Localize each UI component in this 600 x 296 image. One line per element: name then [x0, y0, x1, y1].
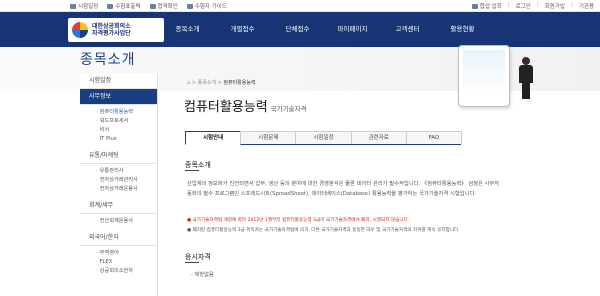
tab-exam-schedule[interactable]: 시험일정: [295, 131, 352, 144]
calendar-icon: [70, 4, 76, 9]
tab-resources[interactable]: 관련자료: [350, 131, 407, 144]
divider: |: [536, 2, 539, 8]
topbar-link-admission-ticket[interactable]: 수험표출력: [107, 2, 141, 10]
nav-item-usage-status[interactable]: 활용현황: [435, 12, 490, 47]
nav-item-group-apply[interactable]: 단체접수: [270, 12, 325, 47]
sidebar: 시험일정 사무정보 컴퓨터활용능력 워드프로세서 비서 IT Plus 유통/마…: [80, 73, 158, 296]
topbar-link-schedule[interactable]: 시험일정: [70, 2, 98, 10]
notice-red: ● 국가기술자격법 개정에 따라 2012년 1월부터 컴퓨터활용능력 3급이 …: [187, 218, 410, 223]
nav-item-subjects[interactable]: 종목소개: [160, 12, 215, 47]
logo-mark-icon: [72, 22, 88, 38]
tab-exam-guide[interactable]: 시험안내: [185, 131, 242, 145]
top-utility-bar: 시험일정 수험표출력 합격확인 수험자 가이드 합업 입회 | 로그인 | 회원…: [0, 0, 600, 12]
tab-faq[interactable]: FAQ: [405, 131, 463, 144]
intro-paragraph: 산업계의 정보화가 진전되면서 업무, 생산 등의 분야에 대한 경영분석은 물…: [187, 181, 500, 197]
logo-line2: 자격평가사업단: [92, 30, 131, 37]
sidebar-sub-secretary[interactable]: 비서: [80, 126, 157, 135]
ticket-icon: [107, 4, 114, 9]
qualification-heading: 응시자격: [185, 253, 211, 263]
sidebar-sub-computer-literacy[interactable]: 컴퓨터활용능력: [80, 108, 157, 117]
logo-line1: 대한상공회의소: [92, 23, 131, 30]
guide-icon: [186, 4, 193, 9]
divider: |: [570, 2, 573, 8]
sidebar-sub-computerized-accounting[interactable]: 전산회계운용사: [80, 217, 157, 226]
main-navigation: 대한상공회의소 자격평가사업단 종목소개 개별접수 단체접수 마이페이지 고객센…: [0, 12, 600, 47]
sidebar-item-distribution-marketing[interactable]: 유통/마케팅: [80, 148, 157, 164]
intro-heading: 종목소개: [185, 161, 211, 171]
check-icon: [149, 4, 156, 9]
sidebar-sub-hanja[interactable]: 상공회의소한자: [80, 267, 157, 276]
sidebar-sub-trade-english[interactable]: 무역영어: [80, 249, 157, 258]
main-content: ⌂ > 종목소개 > 컴퓨터활용능력 컴퓨터활용능력 국가기술자격 시험안내 시험…: [175, 73, 600, 296]
sidebar-item-accounting-tax[interactable]: 회계/세무: [80, 198, 157, 214]
signup-link[interactable]: 회원가입: [545, 2, 565, 10]
sidebar-sub-ecommerce-manager[interactable]: 전자상거래관리사: [80, 176, 157, 185]
person-icon: [471, 4, 478, 9]
divider: |: [507, 2, 510, 8]
institution-link[interactable]: 기관용: [579, 2, 594, 10]
topbar-link-join[interactable]: 합업 입회: [471, 2, 502, 10]
sidebar-sub-flex[interactable]: FLEX: [80, 258, 157, 267]
page-subtitle: 국가기술자격: [270, 105, 307, 113]
hero-title: 종목소개: [80, 52, 136, 68]
site-logo[interactable]: 대한상공회의소 자격평가사업단: [68, 18, 164, 42]
tab-bar: 시험안내 시험문제 시험일정 관련자료 FAQ: [185, 131, 463, 145]
sidebar-sub-ecommerce-operator[interactable]: 전자상거래운용사: [80, 185, 157, 194]
breadcrumb: ⌂ > 종목소개 > 컴퓨터활용능력: [187, 80, 256, 86]
sidebar-sub-distribution-manager[interactable]: 유통관리사: [80, 167, 157, 176]
sidebar-sub-it-plus[interactable]: IT Plus: [80, 135, 157, 144]
nav-item-individual-apply[interactable]: 개별접수: [215, 12, 270, 47]
main-menu: 종목소개 개별접수 단체접수 마이페이지 고객센터 활용현황: [160, 12, 490, 47]
sidebar-sub-word-processor[interactable]: 워드프로세서: [80, 117, 157, 126]
breadcrumb-item[interactable]: 종목소개: [198, 80, 216, 86]
tab-exam-questions[interactable]: 시험문제: [240, 131, 297, 144]
sidebar-item-schedule[interactable]: 시험일정: [80, 73, 157, 89]
qualification-value: - 제한없음: [191, 272, 214, 278]
login-link[interactable]: 로그인: [516, 2, 531, 10]
breadcrumb-current: 컴퓨터활용능력: [223, 80, 256, 86]
sidebar-item-language-hanja[interactable]: 외국어/한자: [80, 230, 157, 246]
home-icon[interactable]: ⌂: [187, 80, 190, 86]
page-title: 컴퓨터활용능력 국가기술자격: [184, 100, 307, 115]
notice: ● 폐지된 컴퓨터활용능력 3급 취득자는 국가기술자격법에 의거, 다른 국가…: [187, 228, 460, 233]
nav-item-customer-center[interactable]: 고객센터: [380, 12, 435, 47]
sidebar-item-office-info[interactable]: 사무정보: [80, 89, 157, 105]
nav-item-mypage[interactable]: 마이페이지: [325, 12, 380, 47]
topbar-link-guide[interactable]: 수험자 가이드: [186, 2, 227, 10]
topbar-link-pass-check[interactable]: 합격확인: [149, 2, 178, 10]
